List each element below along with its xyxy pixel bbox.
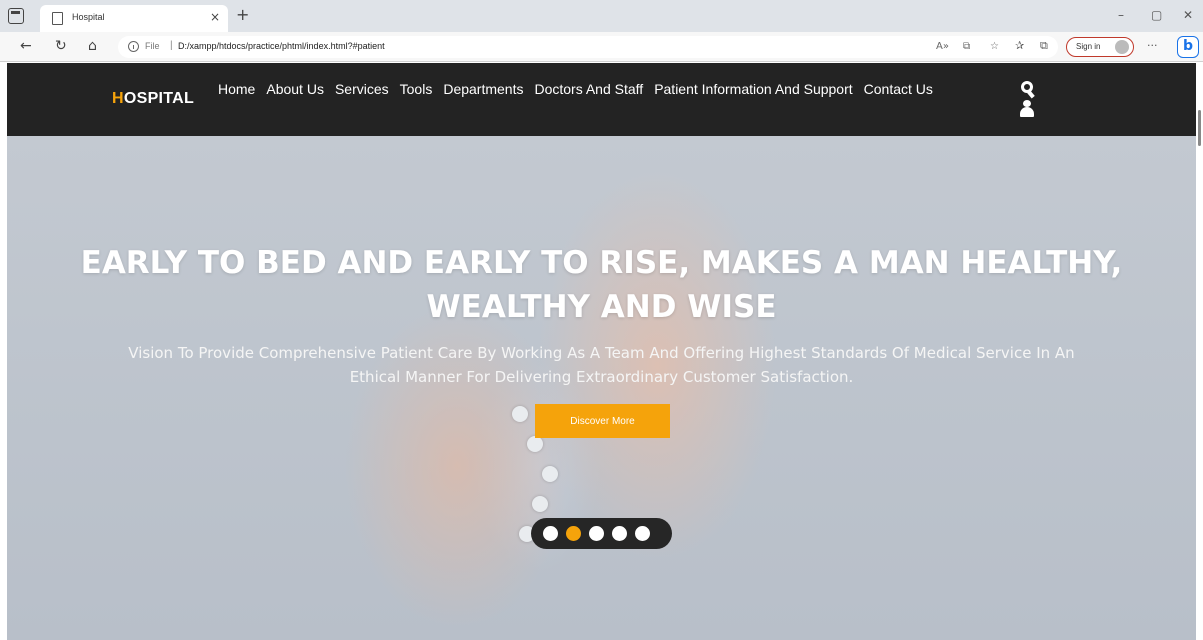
read-aloud-icon[interactable]: A» [936, 40, 949, 54]
home-icon[interactable]: ⌂ [88, 38, 97, 54]
slide-dot-2[interactable] [566, 526, 581, 541]
search-user-icon[interactable] [1020, 79, 1035, 119]
discover-more-button[interactable]: Discover More [535, 404, 670, 438]
browser-tab[interactable]: Hospital × [40, 5, 228, 32]
search-handle-icon [1027, 90, 1035, 99]
nav-services[interactable]: Services [335, 78, 389, 100]
file-scheme-label: File [145, 41, 160, 51]
nav-departments[interactable]: Departments [443, 78, 523, 100]
maximize-icon[interactable]: ▢ [1151, 9, 1162, 21]
nav-home[interactable]: Home [218, 78, 255, 100]
favorite-star-icon[interactable]: ☆ [990, 40, 999, 54]
slide-dot-1[interactable] [543, 526, 558, 541]
site-info-icon[interactable] [128, 41, 139, 52]
hero-subtitle: Vision To Provide Comprehensive Patient … [128, 344, 1075, 386]
site-logo[interactable]: HOSPITAL [112, 90, 194, 108]
page-favicon-icon [52, 12, 63, 25]
user-head-icon [1023, 100, 1031, 107]
url-text[interactable]: D:/xampp/htdocs/practice/phtml/index.htm… [178, 41, 385, 51]
hero-image-pill [532, 496, 548, 512]
app-available-icon[interactable]: ⧉ [963, 40, 970, 54]
nav-about-us[interactable]: About Us [266, 78, 324, 100]
main-nav: Home About Us Services Tools Departments Doct… [218, 78, 988, 100]
tab-actions-icon[interactable] [8, 8, 24, 24]
logo-accent-letter: H [112, 90, 124, 107]
favorites-icon[interactable]: ✰ [1015, 39, 1024, 53]
address-separator: | [170, 40, 173, 51]
web-page: HOSPITAL Home About Us Services Tools Depart… [7, 63, 1196, 640]
copilot-icon[interactable]: b [1177, 36, 1199, 58]
nav-tools[interactable]: Tools [400, 78, 433, 100]
nav-patient-information[interactable]: Patient Information And Support [654, 78, 852, 100]
slide-dot-5[interactable] [635, 526, 650, 541]
browser-toolbar: ← ↻ ⌂ File | D:/xampp/htdocs/practice/ph… [0, 32, 1203, 62]
slide-dot-3[interactable] [589, 526, 604, 541]
back-icon[interactable]: ← [20, 38, 32, 54]
sign-in-label: Sign in [1076, 42, 1101, 51]
more-options-icon[interactable]: ··· [1147, 39, 1158, 53]
hero-image-pill [542, 466, 558, 482]
hero-banner: EARLY TO BED AND EARLY TO RISE, MAKES A … [7, 136, 1196, 640]
collections-icon[interactable]: ⧉ [1040, 39, 1048, 53]
tab-title: Hospital [72, 12, 105, 22]
sign-in-button[interactable]: Sign in [1066, 37, 1134, 57]
slide-dot-4[interactable] [612, 526, 627, 541]
page-scrollbar[interactable] [1198, 110, 1201, 146]
nav-doctors-and-staff[interactable]: Doctors And Staff [534, 78, 643, 100]
nav-contact-us[interactable]: Contact Us [864, 78, 933, 100]
refresh-icon[interactable]: ↻ [55, 38, 67, 54]
logo-text: OSPITAL [123, 90, 195, 107]
minimize-icon[interactable]: – [1118, 9, 1124, 21]
hero-image-pill [512, 406, 528, 422]
close-window-icon[interactable]: ✕ [1183, 9, 1193, 21]
user-body-icon [1020, 107, 1034, 117]
hero-image-pill [527, 436, 543, 452]
browser-tab-bar: Hospital × + – ▢ ✕ [0, 0, 1203, 32]
new-tab-icon[interactable]: + [236, 7, 249, 23]
profile-avatar-icon [1115, 40, 1129, 54]
address-bar[interactable]: File | D:/xampp/htdocs/practice/phtml/in… [118, 36, 1058, 58]
slider-dots [531, 518, 672, 549]
site-header: HOSPITAL Home About Us Services Tools Depart… [7, 63, 1196, 136]
tab-close-icon[interactable]: × [210, 10, 220, 24]
hero-title: EARLY TO BED AND EARLY TO RISE, MAKES A … [80, 245, 1123, 325]
